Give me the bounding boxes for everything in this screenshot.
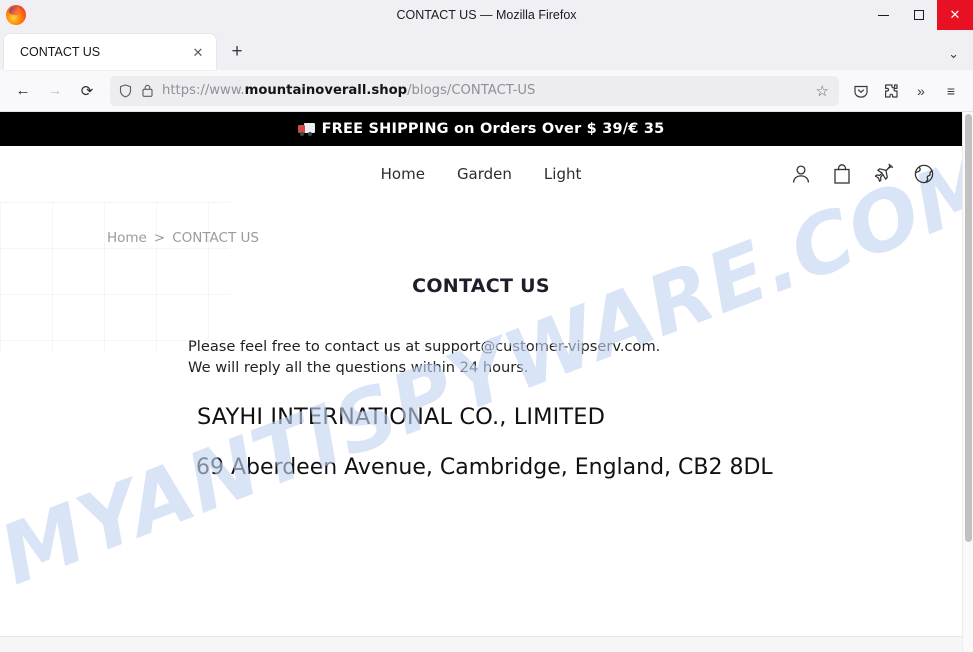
back-button[interactable]: ← [8,76,38,106]
new-tab-button[interactable]: + [222,37,252,67]
page-scrollbar[interactable] [962,112,973,652]
list-all-tabs-icon[interactable]: ⌄ [948,46,959,62]
web-page-content: FREE SHIPPING on Orders Over $ 39/€ 35 H… [0,112,962,652]
navigation-toolbar: ← → ⟳ https://www.mountainoverall.shop/b… [0,70,973,112]
tab-contact-us[interactable]: CONTACT US ✕ [4,34,216,70]
reload-button[interactable]: ⟳ [72,76,102,106]
tab-title: CONTACT US [20,45,101,59]
nav-item-home[interactable]: Home [381,165,425,183]
contact-reply-line: We will reply all the questions within 2… [188,358,529,376]
close-window-button[interactable]: ✕ [937,0,973,30]
breadcrumb: Home > CONTACT US [0,202,962,246]
nav-item-light[interactable]: Light [544,165,581,183]
scrollbar-thumb[interactable] [965,114,972,542]
url-host: mountainoverall.shop [244,83,408,98]
airplane-shipping-icon[interactable] [871,162,895,186]
breadcrumb-separator: > [153,230,166,246]
minimize-button[interactable] [865,0,901,30]
page-title: CONTACT US [412,275,550,297]
extensions-puzzle-icon[interactable] [877,76,905,106]
site-header: Home Garden Light [0,146,962,202]
url-prefix: https://www. [162,83,245,98]
contact-paragraph: Please feel free to contact us at suppor… [0,337,962,378]
url-text: https://www.mountainoverall.shop/blogs/C… [162,83,809,98]
application-menu-icon[interactable]: ≡ [937,76,965,106]
tab-strip: CONTACT US ✕ + ⌄ [0,30,973,70]
bookmark-star-icon[interactable]: ☆ [816,82,831,100]
company-name: SAYHI INTERNATIONAL CO., LIMITED [197,404,606,431]
promo-text: FREE SHIPPING on Orders Over $ 39/€ 35 [321,121,665,137]
forward-button[interactable]: → [40,76,70,106]
header-icon-group [789,162,962,186]
breadcrumb-home-link[interactable]: Home [107,230,147,246]
globe-language-icon[interactable] [912,162,936,186]
company-address: 69 Aberdeen Avenue, Cambridge, England, … [196,455,773,481]
firefox-browser-window: CONTACT US — Mozilla Firefox ✕ CONTACT U… [0,0,973,652]
url-bar[interactable]: https://www.mountainoverall.shop/blogs/C… [110,75,839,106]
contact-email-line: Please feel free to contact us at suppor… [188,338,661,355]
free-shipping-promo-bar: FREE SHIPPING on Orders Over $ 39/€ 35 [0,112,962,146]
pocket-save-icon[interactable] [847,76,875,106]
close-tab-icon[interactable]: ✕ [188,42,208,62]
delivery-truck-icon [297,123,315,136]
shopping-bag-icon[interactable] [830,162,854,186]
window-title: CONTACT US — Mozilla Firefox [396,8,577,22]
url-path: /blogs/CONTACT-US [407,83,536,98]
nav-item-garden[interactable]: Garden [457,165,512,183]
firefox-logo-icon [6,5,26,25]
site-footer: HELP CENTER FAQ RETURN POLICY SITE INFO … [0,636,962,652]
shield-tracking-protection-icon[interactable] [118,83,133,98]
title-bar: CONTACT US — Mozilla Firefox ✕ [0,0,973,30]
maximize-button[interactable] [901,0,937,30]
lock-padlock-icon[interactable] [140,83,155,98]
overflow-menu-icon[interactable]: » [907,76,935,106]
browser-viewport: FREE SHIPPING on Orders Over $ 39/€ 35 H… [0,112,973,652]
page-body: MYANTISPYWARE.COM Home > CONTACT US CONTAC… [0,135,962,652]
account-icon[interactable] [789,162,813,186]
breadcrumb-current: CONTACT US [172,230,259,246]
window-controls: ✕ [865,0,973,30]
